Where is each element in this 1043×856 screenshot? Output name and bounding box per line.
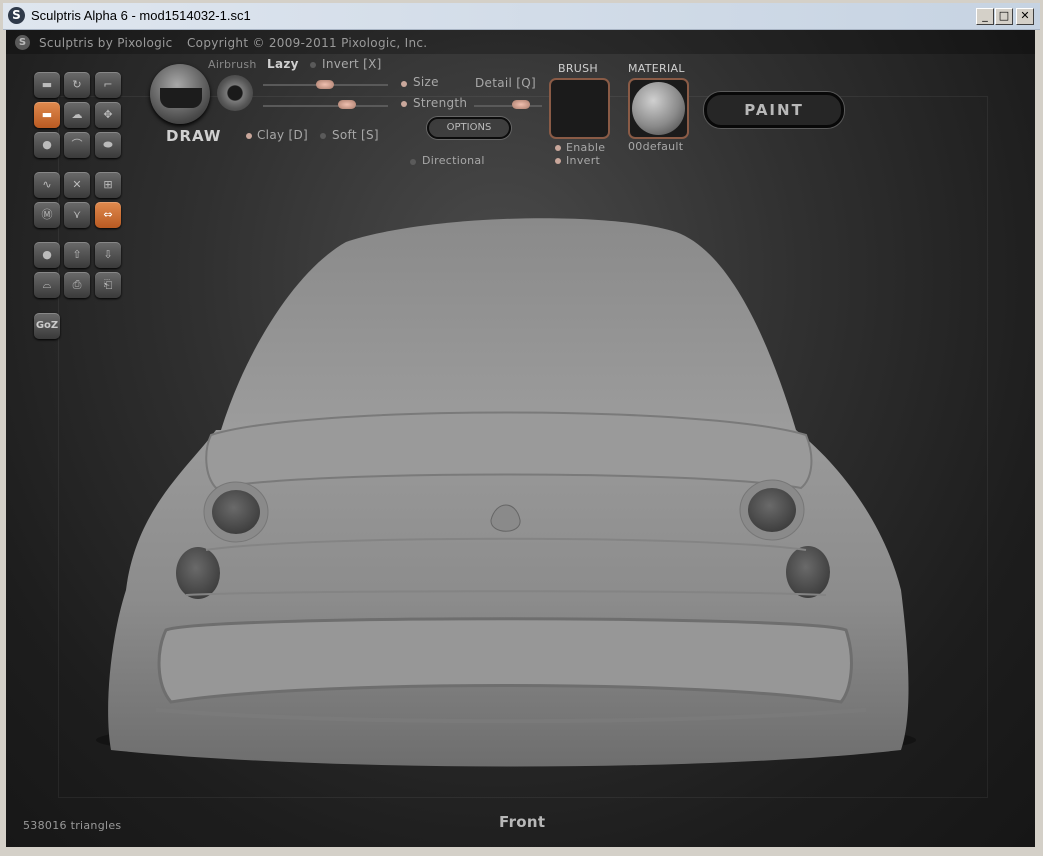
brush-title: BRUSH	[558, 62, 598, 75]
maximize-button[interactable]: □	[995, 8, 1013, 25]
goz-button[interactable]: GoZ	[34, 313, 60, 339]
detail-label: Detail [Q]	[475, 76, 536, 90]
pinch-icon: ●	[42, 138, 52, 151]
sculptris-workspace: S Sculptris by Pixologic Copyright © 200…	[6, 30, 1035, 847]
rotate-tool-button[interactable]: ↻	[64, 72, 90, 98]
view-name: Front	[499, 813, 546, 831]
mask-icon: Ⓜ	[41, 208, 53, 221]
import-obj-icon: ⇧	[72, 248, 82, 261]
triangle-count: 538016 triangles	[23, 819, 122, 832]
soft-label[interactable]: Soft [S]	[332, 128, 379, 142]
sculptris-logo-icon: S	[8, 7, 25, 24]
brush-invert-label[interactable]: Invert	[566, 154, 600, 167]
mask-tool-button[interactable]: Ⓜ	[34, 202, 60, 228]
inflate-tool-button[interactable]: ☁	[64, 102, 90, 128]
crop-icon: ⌐	[103, 78, 113, 91]
window-title: Sculptris Alpha 6 - mod1514032-1.sc1	[31, 8, 251, 23]
draw-tool-button[interactable]: ▬	[34, 72, 60, 98]
brush-enable-radio[interactable]	[555, 145, 561, 151]
strength-label: Strength	[413, 96, 468, 110]
strength-slider-track[interactable]	[263, 105, 388, 107]
airbrush-label: Airbrush	[208, 58, 257, 71]
smooth-icon: ⬬	[103, 138, 113, 151]
brush-invert-radio[interactable]	[555, 158, 561, 164]
strength-slider-knob[interactable]	[338, 100, 356, 109]
detail-slider-knob[interactable]	[512, 100, 530, 109]
options-button[interactable]: OPTIONS	[427, 117, 511, 139]
material-sphere-icon	[632, 82, 685, 135]
detail-slider-track[interactable]	[474, 105, 542, 107]
flatten-icon: ▬	[41, 108, 53, 121]
viewport-canvas[interactable]	[6, 30, 1035, 847]
directional-radio[interactable]	[410, 159, 416, 165]
grid-tool-button[interactable]: ⊞	[95, 172, 121, 198]
size-radio[interactable]	[401, 81, 407, 87]
material-name: 00default	[628, 140, 684, 153]
plane-tool-button[interactable]: ⌓	[34, 272, 60, 298]
lazy-label[interactable]: Lazy	[267, 57, 299, 71]
material-preview[interactable]	[628, 78, 689, 139]
wireframe-icon: ✕	[72, 178, 82, 191]
size-label: Size	[413, 75, 439, 89]
tool-name: DRAW	[166, 127, 222, 145]
car-model	[96, 218, 916, 767]
plane-icon: ⌓	[42, 278, 52, 291]
grid-icon: ⊞	[103, 178, 113, 191]
crease-icon: ⌒	[71, 138, 83, 151]
reduce-icon: ⋎	[72, 208, 82, 221]
import-obj-button[interactable]: ⇧	[64, 242, 90, 268]
symmetry-tool-button[interactable]: ∿	[34, 172, 60, 198]
title-bar: S Sculptris Alpha 6 - mod1514032-1.sc1 _…	[3, 3, 1040, 30]
export-obj-button[interactable]: ⇩	[95, 242, 121, 268]
invert-label[interactable]: Invert [X]	[322, 57, 382, 71]
brush-alpha-slot[interactable]	[549, 78, 610, 139]
draw-brush-preview[interactable]	[150, 64, 210, 124]
curve-icon: ∿	[42, 178, 52, 191]
close-button[interactable]: ✕	[1016, 8, 1034, 25]
paint-button[interactable]: PAINT	[704, 92, 844, 128]
crease-tool-button[interactable]: ⌒	[64, 132, 90, 158]
draw-icon: ▬	[41, 78, 53, 91]
directional-label[interactable]: Directional	[422, 154, 485, 167]
clay-label[interactable]: Clay [D]	[257, 128, 308, 142]
mirror-arrows-icon: ⇔	[103, 208, 113, 221]
rotate-icon: ↻	[72, 78, 82, 91]
load-icon: ⎗	[103, 278, 113, 291]
pinch-tool-button[interactable]: ●	[34, 132, 60, 158]
clay-radio[interactable]	[246, 133, 252, 139]
brush-enable-label[interactable]: Enable	[566, 141, 605, 154]
sphere-icon: ●	[42, 248, 52, 261]
grab-tool-button[interactable]: ✥	[95, 102, 121, 128]
move-arrows-icon: ✥	[103, 108, 113, 121]
inflate-icon: ☁	[71, 108, 83, 121]
flatten-tool-button[interactable]: ▬	[34, 102, 60, 128]
draw-stroke-icon	[160, 88, 202, 108]
reduce-tool-button[interactable]: ⋎	[64, 202, 90, 228]
strength-radio[interactable]	[401, 101, 407, 107]
export-obj-icon: ⇩	[103, 248, 113, 261]
soft-radio[interactable]	[320, 133, 326, 139]
sphere-tool-button[interactable]: ●	[34, 242, 60, 268]
crop-tool-button[interactable]: ⌐	[95, 72, 121, 98]
load-tool-button[interactable]: ⎗	[95, 272, 121, 298]
save-tool-button[interactable]: ⎙	[64, 272, 90, 298]
invert-radio[interactable]	[310, 62, 316, 68]
save-icon: ⎙	[72, 278, 82, 291]
minimize-button[interactable]: _	[976, 8, 994, 25]
smooth-tool-button[interactable]: ⬬	[95, 132, 121, 158]
wireframe-tool-button[interactable]: ✕	[64, 172, 90, 198]
mirror-tool-button[interactable]: ⇔	[95, 202, 121, 228]
material-title: MATERIAL	[628, 62, 685, 75]
size-slider-knob[interactable]	[316, 80, 334, 89]
airbrush-toggle[interactable]	[217, 75, 253, 111]
